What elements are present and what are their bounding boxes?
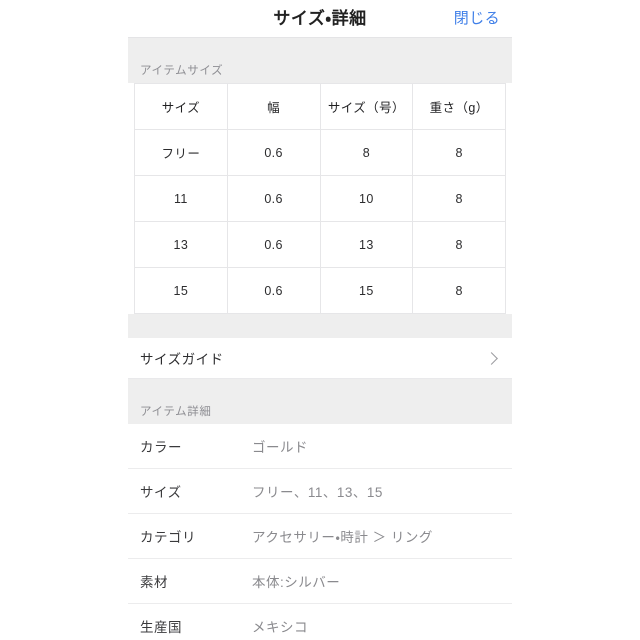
detail-value: フリー、11、13、15 [252,485,383,500]
table-cell: 11 [134,175,228,222]
table-cell: 8 [412,175,506,222]
table-cell: 0.6 [226,175,321,222]
chevron-right-icon [485,352,498,365]
modal-header: サイズ・詳細 閉じる [128,0,512,38]
table-row: 15 0.6 15 8 [134,267,506,314]
detail-value: メキシコ [252,620,308,635]
detail-value: ゴールド [252,440,308,455]
item-detail-section-label: アイテム詳細 [140,405,212,418]
item-detail-list: カラー ゴールド サイズ フリー、11、13、15 カテゴリ アクセサリー・時計… [128,424,512,640]
detail-key: サイズ [140,485,182,500]
table-cell: 13 [319,221,414,268]
list-item: カラー ゴールド [128,424,512,469]
close-button[interactable]: 閉じる [454,0,500,37]
size-guide-row[interactable]: サイズガイド [128,338,512,379]
table-col-header: サイズ [134,83,228,130]
table-cell: フリー [134,129,228,176]
detail-key: 生産国 [140,620,182,635]
table-cell: 8 [412,267,506,314]
item-size-section-label: アイテムサイズ [140,64,224,77]
detail-key: カラー [140,440,182,455]
detail-value: アクセサリー・時計 ＞ リング [252,530,433,545]
list-item: 素材 本体:シルバー [128,559,512,604]
table-cell: 13 [134,221,228,268]
item-detail-section-header: アイテム詳細 [128,379,512,424]
modal-content-column: サイズ・詳細 閉じる アイテムサイズ サイズ 幅 サイズ（号） 重さ（g） フリ… [128,0,512,640]
table-cell: 10 [319,175,414,222]
list-item: 生産国 メキシコ [128,604,512,640]
table-row: 11 0.6 10 8 [134,175,506,222]
detail-key: カテゴリ [140,530,196,545]
item-size-section-header: アイテムサイズ [128,38,512,83]
app-root: サイズ・詳細 閉じる アイテムサイズ サイズ 幅 サイズ（号） 重さ（g） フリ… [0,0,640,640]
table-cell: 8 [412,221,506,268]
detail-value: 本体:シルバー [252,575,341,590]
size-guide-label: サイズガイド [140,352,224,367]
table-cell: 0.6 [226,221,321,268]
table-cell: 8 [412,129,506,176]
table-header-row: サイズ 幅 サイズ（号） 重さ（g） [134,83,506,130]
size-table: サイズ 幅 サイズ（号） 重さ（g） フリー 0.6 8 8 11 0.6 10… [134,83,506,314]
table-col-header: 幅 [226,83,321,130]
list-item: サイズ フリー、11、13、15 [128,469,512,514]
detail-key: 素材 [140,575,168,590]
table-cell: 15 [319,267,414,314]
table-row: フリー 0.6 8 8 [134,129,506,176]
table-cell: 0.6 [226,129,321,176]
table-cell: 15 [134,267,228,314]
list-item: カテゴリ アクセサリー・時計 ＞ リング [128,514,512,559]
spacer-band-above-size-guide [128,314,512,338]
size-table-wrapper: サイズ 幅 サイズ（号） 重さ（g） フリー 0.6 8 8 11 0.6 10… [128,83,512,314]
table-cell: 0.6 [226,267,321,314]
table-col-header: 重さ（g） [412,83,506,130]
table-col-header: サイズ（号） [319,83,414,130]
table-row: 13 0.6 13 8 [134,221,506,268]
table-cell: 8 [319,129,414,176]
